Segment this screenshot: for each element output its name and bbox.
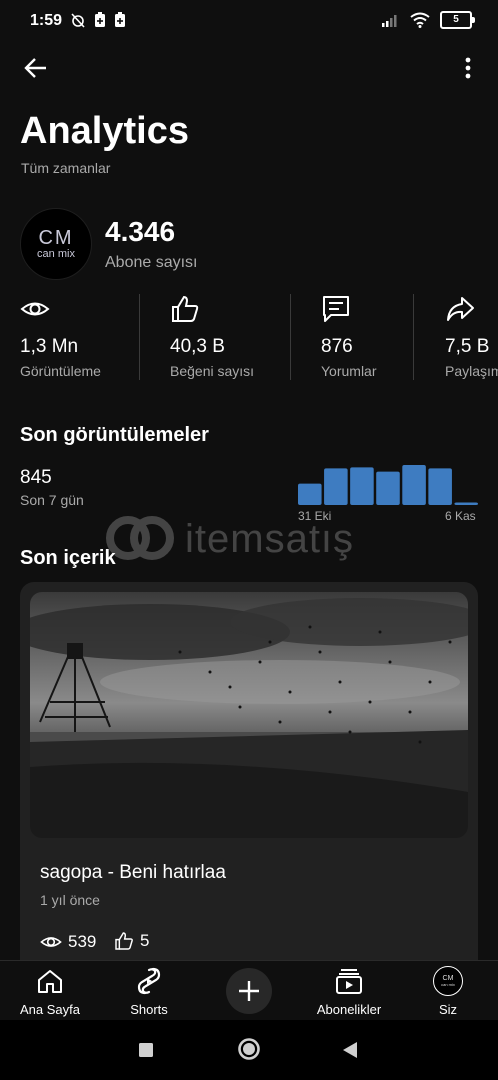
battery-saver-icon xyxy=(115,12,125,27)
profile-avatar-subtext: can mix xyxy=(441,982,455,987)
video-likes-count: 5 xyxy=(140,931,150,950)
triangle-back-icon xyxy=(343,1042,357,1058)
chart-bar-6-kas xyxy=(454,502,478,505)
plus-icon xyxy=(239,981,259,1001)
status-bar: 1:59 5 xyxy=(0,0,498,44)
nav-shorts[interactable]: Shorts xyxy=(104,966,194,1022)
recent-views-title: Son görüntülemeler xyxy=(20,424,209,446)
nav-subscriptions[interactable]: Abonelikler xyxy=(304,966,394,1022)
chart-bar-1-kas xyxy=(324,468,348,505)
nav-you[interactable]: CM can mix Siz xyxy=(403,966,493,1022)
thumbs-up-icon xyxy=(115,932,133,950)
status-right-icons: 5 xyxy=(382,11,475,29)
thumbs-up-icon xyxy=(172,295,199,322)
signal-icon xyxy=(382,15,397,27)
subscriptions-icon xyxy=(336,969,362,994)
battery-saver-icon xyxy=(95,12,105,27)
chart-tick-end: 6 Kas xyxy=(445,509,476,523)
recents-button[interactable] xyxy=(138,1042,154,1063)
battery-icon: 5 xyxy=(440,11,475,29)
chart-bar-2-kas xyxy=(350,467,374,505)
more-options-button[interactable] xyxy=(456,52,480,84)
home-system-button[interactable] xyxy=(237,1037,261,1066)
share-icon xyxy=(447,297,474,321)
create-button[interactable] xyxy=(226,968,272,1014)
profile-avatar: CM can mix xyxy=(433,966,463,996)
stat-label: Beğeni sayısı xyxy=(170,363,255,379)
profile-avatar-initials: CM xyxy=(442,975,454,982)
video-views: 539 xyxy=(40,931,96,953)
status-left-icons xyxy=(70,12,126,28)
nav-you-label: Siz xyxy=(438,1002,458,1017)
wifi-icon xyxy=(410,12,430,28)
stat-shares[interactable]: 7,5 B Paylaşım xyxy=(445,292,498,382)
page-subtitle[interactable]: Tüm zamanlar xyxy=(21,160,110,176)
nav-subscriptions-label: Abonelikler xyxy=(316,1002,382,1017)
stat-label: Yorumlar xyxy=(321,363,377,379)
recent-views-value: 845 xyxy=(20,467,52,488)
stat-label: Görüntüleme xyxy=(20,363,101,379)
chart-bar-4-kas xyxy=(402,465,426,505)
watermark-text: itemsatış xyxy=(185,517,355,561)
chart-bar-5-kas xyxy=(428,468,452,505)
shorts-icon xyxy=(137,967,161,995)
back-system-button[interactable] xyxy=(342,1041,358,1064)
stat-value: 876 xyxy=(321,336,353,357)
avatar-subtext: can mix xyxy=(37,248,75,260)
status-time: 1:59 xyxy=(30,12,63,29)
nav-home[interactable]: Ana Sayfa xyxy=(5,966,95,1022)
thumbnail-image xyxy=(30,592,468,838)
top-bar xyxy=(0,44,498,88)
home-icon xyxy=(38,970,62,993)
video-likes: 5 xyxy=(114,931,149,951)
circle-icon xyxy=(238,1038,260,1060)
arrow-left-icon xyxy=(24,58,46,78)
chart-bar-31-eki xyxy=(298,483,322,505)
channel-avatar: CM can mix xyxy=(20,208,92,280)
video-views-count: 539 xyxy=(68,932,97,951)
chart-tick-start: 31 Eki xyxy=(298,509,332,523)
recent-video-card[interactable]: sagopa - Beni hatırlaa 1 yıl önce 539 5 xyxy=(20,582,478,1002)
video-age: 1 yıl önce xyxy=(40,892,100,908)
recent-views-period: Son 7 gün xyxy=(20,492,84,508)
video-thumbnail[interactable] xyxy=(30,592,468,838)
stats-row: 1,3 Mn Görüntüleme 40,3 B Beğeni sayısı … xyxy=(0,292,498,382)
eye-icon xyxy=(20,302,50,316)
back-button[interactable] xyxy=(20,52,52,84)
stat-value: 1,3 Mn xyxy=(20,336,79,357)
video-title[interactable]: sagopa - Beni hatırlaa xyxy=(40,862,226,884)
comment-icon xyxy=(323,296,349,322)
more-vert-icon xyxy=(465,57,471,79)
nav-home-label: Ana Sayfa xyxy=(20,1002,80,1017)
bottom-nav: Ana Sayfa Shorts Abonelikler CM can mix … xyxy=(0,960,498,1021)
divider xyxy=(290,294,291,380)
eye-icon xyxy=(40,937,62,947)
recent-content-title: Son içerik xyxy=(20,547,116,569)
nav-shorts-label: Shorts xyxy=(130,1002,168,1017)
stat-value: 7,5 B xyxy=(445,336,490,357)
divider xyxy=(139,294,140,380)
avatar-initials: CM xyxy=(38,227,74,249)
alarm-off-icon xyxy=(71,13,85,28)
divider xyxy=(413,294,414,380)
stat-value: 40,3 B xyxy=(170,336,225,357)
square-icon xyxy=(139,1043,153,1057)
subscriber-count: 4.346 xyxy=(105,216,176,247)
stat-label: Paylaşım xyxy=(445,363,498,379)
chart-bar-3-kas xyxy=(376,471,400,505)
subscriber-label: Abone sayısı xyxy=(105,254,198,271)
page-title: Analytics xyxy=(20,110,189,152)
system-nav-bar xyxy=(0,1020,498,1080)
